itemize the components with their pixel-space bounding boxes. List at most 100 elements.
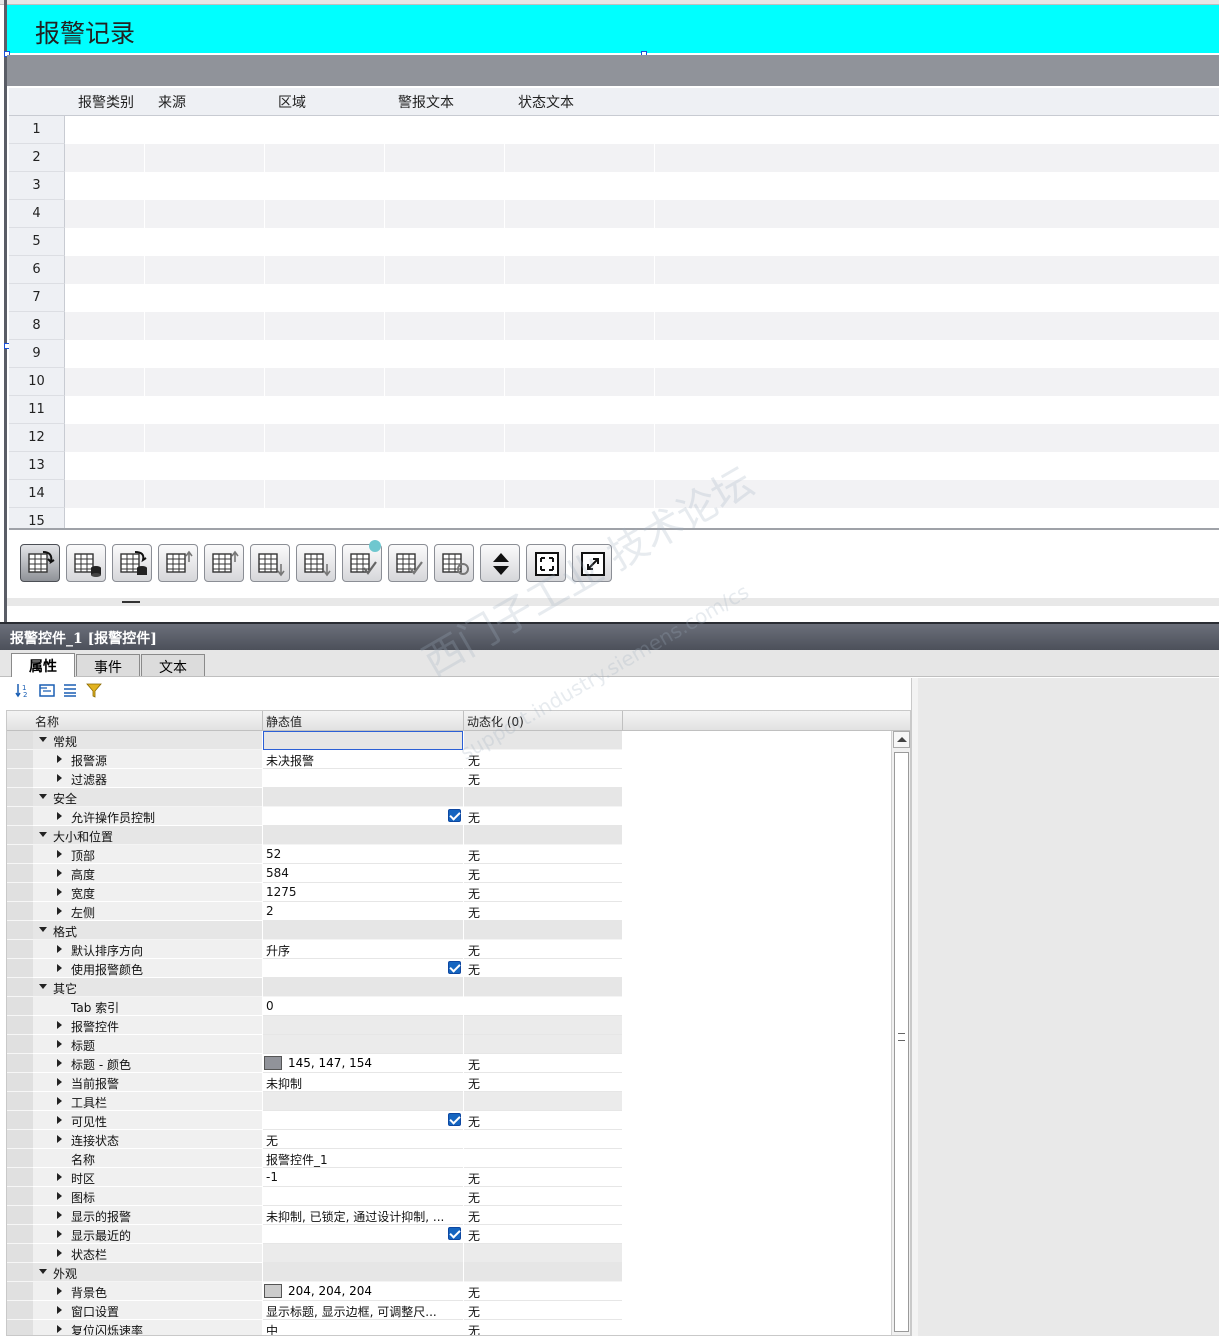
- property-row[interactable]: 窗口设置 显示标题, 显示边框, 可调整尺... 无: [7, 1301, 891, 1320]
- property-dynamic-cell[interactable]: 无: [464, 1187, 622, 1206]
- row-number[interactable]: 14: [9, 480, 65, 508]
- property-row[interactable]: 过滤器 无: [7, 769, 891, 788]
- property-value-cell[interactable]: [263, 826, 463, 845]
- expand-arrow-icon[interactable]: [57, 1059, 62, 1067]
- property-row[interactable]: 顶部 52 无: [7, 845, 891, 864]
- table-cell[interactable]: [385, 200, 505, 228]
- property-dynamic-cell[interactable]: 无: [464, 1282, 622, 1301]
- table-cell[interactable]: [505, 256, 655, 284]
- property-name-cell[interactable]: 标题 - 颜色: [33, 1054, 262, 1073]
- expand-arrow-icon[interactable]: [57, 1097, 62, 1105]
- property-value-cell[interactable]: [263, 1016, 463, 1035]
- property-dynamic-cell[interactable]: 无: [464, 845, 622, 864]
- property-dynamic-cell[interactable]: [464, 1263, 622, 1282]
- property-name-cell[interactable]: 窗口设置: [33, 1301, 262, 1320]
- table-cell[interactable]: [145, 144, 265, 172]
- table-cell[interactable]: [505, 312, 655, 340]
- tab-texts[interactable]: 文本: [141, 654, 205, 676]
- table-cell[interactable]: [65, 116, 145, 144]
- property-value-cell[interactable]: [263, 959, 463, 978]
- property-dynamic-cell[interactable]: [464, 978, 622, 997]
- property-name-cell[interactable]: 过滤器: [33, 769, 262, 788]
- column-header[interactable]: 警报文本: [385, 88, 506, 116]
- expand-arrow-icon[interactable]: [57, 1211, 62, 1219]
- table-cell[interactable]: [145, 172, 265, 200]
- property-value-cell[interactable]: [263, 1187, 463, 1206]
- table-cell[interactable]: [65, 256, 145, 284]
- property-name-cell[interactable]: 复位闪烁速率: [33, 1320, 262, 1335]
- property-name-cell[interactable]: 外观: [33, 1263, 262, 1282]
- property-value-cell[interactable]: 52: [263, 845, 463, 864]
- table-cell[interactable]: [385, 256, 505, 284]
- property-dynamic-cell[interactable]: 无: [464, 959, 622, 978]
- property-value-cell[interactable]: 显示标题, 显示边框, 可调整尺...: [263, 1301, 463, 1320]
- column-header[interactable]: 报警类别: [65, 88, 146, 116]
- property-dynamic-cell[interactable]: 无: [464, 1054, 622, 1073]
- table-row[interactable]: [65, 312, 1219, 340]
- collapse-arrow-icon[interactable]: [39, 927, 47, 932]
- property-row[interactable]: 允许操作员控制 无: [7, 807, 891, 826]
- table-cell[interactable]: [145, 452, 265, 480]
- expand-arrow-icon[interactable]: [57, 1325, 62, 1333]
- table-cell[interactable]: [145, 508, 265, 528]
- table-cell[interactable]: [385, 144, 505, 172]
- expand-arrow-icon[interactable]: [57, 1173, 62, 1181]
- alarm-table[interactable]: 报警类别 来源 区域 警报文本 状态文本 1 2 3 4 5 6 7 8 9 10 11 12 13 14 15: [9, 88, 1219, 530]
- expand-arrow-icon[interactable]: [57, 774, 62, 782]
- property-row[interactable]: 宽度 1275 无: [7, 883, 891, 902]
- table-cell[interactable]: [385, 368, 505, 396]
- expand-arrow-icon[interactable]: [57, 1078, 62, 1086]
- property-name-cell[interactable]: 使用报警颜色: [33, 959, 262, 978]
- property-dynamic-cell[interactable]: 无: [464, 940, 622, 959]
- row-number[interactable]: 9: [9, 340, 65, 368]
- table-cell[interactable]: [145, 340, 265, 368]
- table-cell[interactable]: [65, 424, 145, 452]
- table-cell[interactable]: [505, 368, 655, 396]
- row-number[interactable]: 10: [9, 368, 65, 396]
- property-name-cell[interactable]: 其它: [33, 978, 262, 997]
- table-cell[interactable]: [145, 396, 265, 424]
- sort-button[interactable]: [480, 544, 520, 582]
- collapse-arrow-icon[interactable]: [39, 832, 47, 837]
- group-view-icon[interactable]: [39, 682, 55, 698]
- property-value-cell[interactable]: 0: [263, 997, 463, 1016]
- property-value-cell[interactable]: 未决报警: [263, 750, 463, 769]
- expand-arrow-icon[interactable]: [57, 850, 62, 858]
- table-cell[interactable]: [505, 228, 655, 256]
- property-name-cell[interactable]: 显示最近的: [33, 1225, 262, 1244]
- table-cell[interactable]: [265, 508, 385, 528]
- table-cell[interactable]: [265, 284, 385, 312]
- property-name-cell[interactable]: 左侧: [33, 902, 262, 921]
- property-dynamic-cell[interactable]: [464, 1244, 622, 1263]
- property-row[interactable]: 可见性 无: [7, 1111, 891, 1130]
- property-dynamic-cell[interactable]: [464, 788, 622, 807]
- property-dynamic-cell[interactable]: 无: [464, 1073, 622, 1092]
- property-row[interactable]: 工具栏: [7, 1092, 891, 1111]
- expand-arrow-icon[interactable]: [57, 1192, 62, 1200]
- property-value-cell[interactable]: 中: [263, 1320, 463, 1335]
- property-value-cell[interactable]: [263, 1225, 463, 1244]
- row-number[interactable]: 7: [9, 284, 65, 312]
- property-row[interactable]: Tab 索引 0: [7, 997, 891, 1016]
- property-row[interactable]: 显示的报警 未抑制, 已锁定, 通过设计抑制, ... 无: [7, 1206, 891, 1225]
- scroll-up-icon[interactable]: [893, 731, 910, 748]
- property-name-cell[interactable]: 时区: [33, 1168, 262, 1187]
- property-row[interactable]: 图标 无: [7, 1187, 891, 1206]
- table-cell[interactable]: [265, 396, 385, 424]
- row-number[interactable]: 3: [9, 172, 65, 200]
- table-cell[interactable]: [65, 508, 145, 528]
- property-row[interactable]: 安全: [7, 788, 891, 807]
- property-row[interactable]: 复位闪烁速率 中 无: [7, 1320, 891, 1335]
- scroll-thumb[interactable]: [894, 752, 909, 1332]
- table-row[interactable]: [65, 284, 1219, 312]
- first-row-button[interactable]: [158, 544, 198, 582]
- property-dynamic-cell[interactable]: 无: [464, 1111, 622, 1130]
- property-row[interactable]: 报警源 未决报警 无: [7, 750, 891, 769]
- tab-events[interactable]: 事件: [76, 654, 140, 676]
- property-dynamic-cell[interactable]: [464, 1149, 622, 1168]
- next-row-button[interactable]: [250, 544, 290, 582]
- table-cell[interactable]: [265, 116, 385, 144]
- table-cell[interactable]: [385, 228, 505, 256]
- table-cell[interactable]: [265, 312, 385, 340]
- row-number[interactable]: 1: [9, 116, 65, 144]
